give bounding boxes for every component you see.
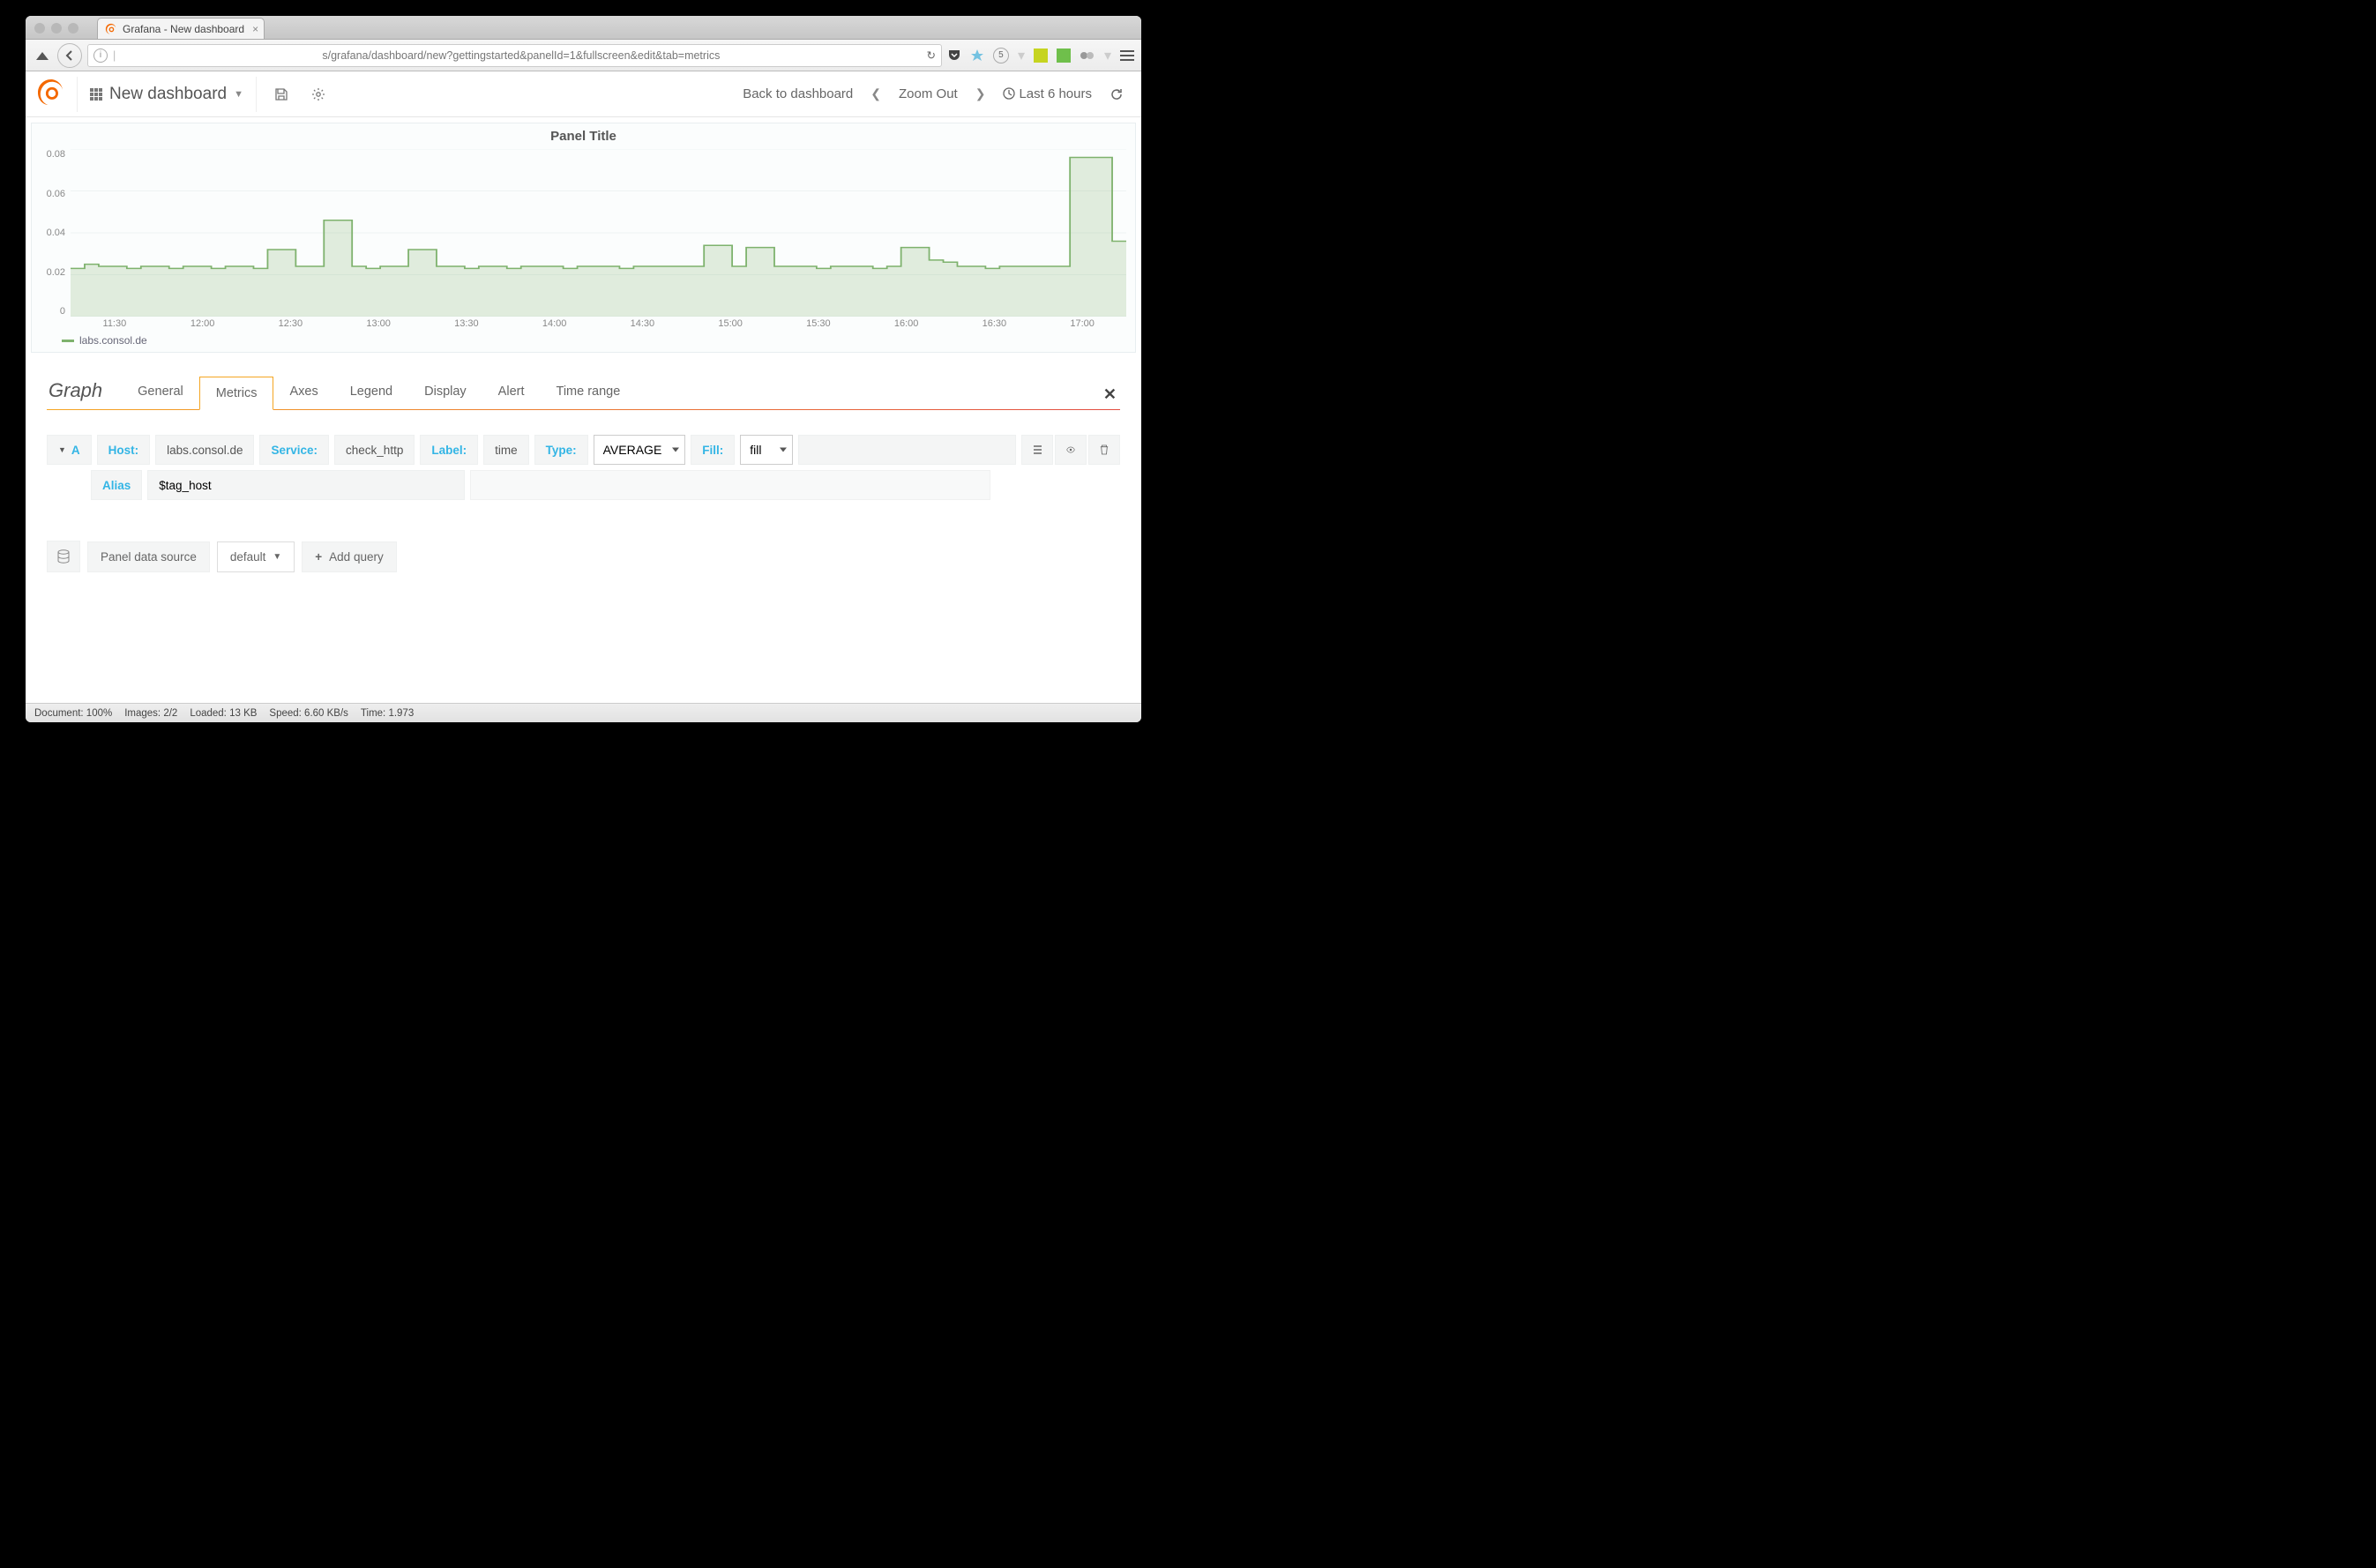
status-time: Time: 1.973 <box>361 708 414 719</box>
maximize-window-icon[interactable] <box>68 23 78 34</box>
status-speed: Speed: 6.60 KB/s <box>269 708 348 719</box>
grafana-toolbar: New dashboard ▼ Back to dashboard ❮ Zoom… <box>26 71 1141 117</box>
status-document: Document: 100% <box>34 708 112 719</box>
extension-icon[interactable] <box>33 46 52 65</box>
browser-window: Grafana - New dashboard × i | s/grafana/… <box>26 16 1141 722</box>
editor-tab-display[interactable]: Display <box>408 376 482 409</box>
zoom-out-button[interactable]: Zoom Out <box>899 86 958 101</box>
close-window-icon[interactable] <box>34 23 45 34</box>
type-select[interactable]: AVERAGE <box>594 435 686 465</box>
fill-label: Fill: <box>691 435 735 465</box>
add-query-button[interactable]: +Add query <box>302 541 396 572</box>
x-axis: 11:3012:0012:3013:0013:3014:0014:3015:00… <box>32 317 1135 332</box>
editor-tab-alert[interactable]: Alert <box>482 376 541 409</box>
url-field[interactable]: i | s/grafana/dashboard/new?gettingstart… <box>87 44 942 67</box>
datasource-label: Panel data source <box>87 541 210 572</box>
star-icon[interactable] <box>970 49 984 63</box>
alias-row: Alias $tag_host <box>47 470 1120 500</box>
panel-title: Panel Title <box>32 123 1135 146</box>
url-text: s/grafana/dashboard/new?gettingstarted&p… <box>121 49 921 62</box>
grafana-logo[interactable] <box>38 78 64 109</box>
menu-icon[interactable] <box>1120 50 1134 61</box>
back-to-dashboard-link[interactable]: Back to dashboard <box>743 86 853 101</box>
datasource-row: Panel data source default▼ +Add query <box>47 541 1120 572</box>
service-value[interactable]: check_http <box>334 435 415 465</box>
query-toggle[interactable]: ▼A <box>47 435 92 465</box>
status-images: Images: 2/2 <box>124 708 177 719</box>
dashboard-grid-icon <box>90 88 102 101</box>
pocket-icon[interactable] <box>947 49 961 63</box>
grafana-favicon <box>105 23 117 35</box>
panel-editor: Graph GeneralMetricsAxesLegendDisplayAle… <box>26 358 1141 572</box>
datasource-icon <box>47 541 80 572</box>
tab-strip: Grafana - New dashboard × <box>26 16 1141 40</box>
dashboard-picker[interactable]: New dashboard ▼ <box>90 85 243 104</box>
browser-tab[interactable]: Grafana - New dashboard × <box>97 18 265 39</box>
label-label: Label: <box>420 435 478 465</box>
settings-button[interactable] <box>306 82 331 107</box>
window-controls[interactable] <box>34 23 78 34</box>
editor-tab-general[interactable]: General <box>122 376 199 409</box>
fill-select[interactable]: fill <box>740 435 793 465</box>
counter-badge[interactable]: 5 <box>993 48 1009 63</box>
status-loaded: Loaded: 13 KB <box>190 708 257 719</box>
query-menu-icon[interactable] <box>1021 435 1053 465</box>
ext-icon-3[interactable] <box>1080 49 1095 62</box>
editor-tab-metrics[interactable]: Metrics <box>199 377 274 410</box>
query-eye-icon[interactable] <box>1055 435 1087 465</box>
save-button[interactable] <box>269 82 294 107</box>
ext-icon-2[interactable] <box>1057 49 1071 63</box>
url-bar: i | s/grafana/dashboard/new?gettingstart… <box>26 40 1141 71</box>
query-row-a: ▼A Host: labs.consol.de Service: check_h… <box>47 435 1120 465</box>
type-label: Type: <box>534 435 588 465</box>
chart-plot[interactable] <box>71 149 1126 317</box>
alias-label: Alias <box>91 470 142 500</box>
dashboard-name: New dashboard <box>109 85 227 104</box>
close-editor-button[interactable]: ✕ <box>1100 380 1120 409</box>
status-bar: Document: 100% Images: 2/2 Loaded: 13 KB… <box>26 703 1141 722</box>
label-value[interactable]: time <box>483 435 529 465</box>
chart-legend[interactable]: labs.consol.de <box>32 332 1135 352</box>
y-axis: 0.080.060.040.020 <box>41 149 71 317</box>
legend-swatch <box>62 340 74 342</box>
refresh-button[interactable] <box>1104 82 1129 107</box>
editor-tab-axes[interactable]: Axes <box>273 376 333 409</box>
time-back-button[interactable]: ❮ <box>865 86 886 101</box>
datasource-select[interactable]: default▼ <box>217 541 295 572</box>
close-tab-icon[interactable]: × <box>252 23 258 35</box>
minimize-window-icon[interactable] <box>51 23 62 34</box>
time-forward-button[interactable]: ❯ <box>970 86 991 101</box>
site-info-icon[interactable]: i <box>93 49 108 63</box>
editor-tab-legend[interactable]: Legend <box>334 376 408 409</box>
ext-icon-1[interactable] <box>1034 49 1048 63</box>
host-value[interactable]: labs.consol.de <box>155 435 254 465</box>
query-delete-icon[interactable] <box>1088 435 1120 465</box>
graph-panel: Panel Title 0.080.060.040.020 11:3012:00… <box>31 123 1136 353</box>
reload-icon[interactable]: ↻ <box>926 49 935 62</box>
tab-title: Grafana - New dashboard <box>123 23 244 35</box>
alias-input[interactable]: $tag_host <box>147 470 465 500</box>
editor-tab-bar: Graph GeneralMetricsAxesLegendDisplayAle… <box>47 376 1120 410</box>
editor-tab-time-range[interactable]: Time range <box>541 376 637 409</box>
back-button[interactable] <box>57 43 82 68</box>
time-range-picker[interactable]: Last 6 hours <box>1003 86 1092 101</box>
host-label: Host: <box>97 435 151 465</box>
editor-title: Graph <box>47 379 122 409</box>
content-area: Panel Title 0.080.060.040.020 11:3012:00… <box>26 117 1141 703</box>
legend-label: labs.consol.de <box>79 334 147 347</box>
service-label: Service: <box>259 435 329 465</box>
